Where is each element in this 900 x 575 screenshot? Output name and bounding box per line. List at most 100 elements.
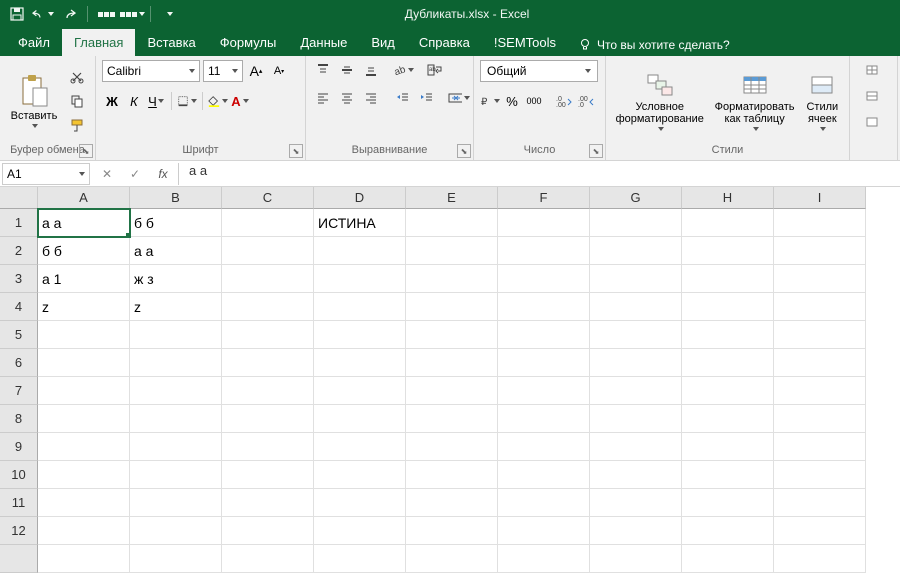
cut-icon[interactable] (66, 67, 88, 87)
cell[interactable] (774, 237, 866, 265)
conditional-formatting-button[interactable]: Условное форматирование (612, 69, 708, 133)
cell[interactable] (682, 545, 774, 573)
cell[interactable] (222, 405, 314, 433)
cell[interactable] (222, 209, 314, 237)
cell[interactable] (314, 517, 406, 545)
cell[interactable] (498, 293, 590, 321)
cell[interactable] (406, 265, 498, 293)
cell[interactable] (590, 377, 682, 405)
comma-format-button[interactable]: 000 (524, 90, 544, 112)
cell[interactable] (222, 517, 314, 545)
cell[interactable] (38, 433, 130, 461)
cell[interactable] (314, 489, 406, 517)
row-header[interactable]: 3 (0, 265, 38, 293)
tab-home[interactable]: Главная (62, 29, 135, 56)
cell[interactable] (682, 377, 774, 405)
increase-decimal-icon[interactable]: .0.00 (554, 90, 574, 112)
cell[interactable] (590, 321, 682, 349)
cell[interactable]: б б (130, 209, 222, 237)
row-header[interactable]: 10 (0, 461, 38, 489)
column-header[interactable]: B (130, 187, 222, 209)
cell[interactable] (38, 405, 130, 433)
save-icon[interactable] (6, 3, 28, 25)
tab-semtools[interactable]: !SEMTools (482, 29, 568, 56)
bold-button[interactable]: Ж (102, 90, 122, 112)
column-header[interactable]: I (774, 187, 866, 209)
cell[interactable] (498, 321, 590, 349)
column-header[interactable]: A (38, 187, 130, 209)
insert-cells-icon[interactable] (863, 60, 885, 80)
cell[interactable]: ИСТИНА (314, 209, 406, 237)
cell[interactable] (590, 209, 682, 237)
qat-custom-2-icon[interactable] (121, 3, 143, 25)
fill-color-icon[interactable] (208, 90, 228, 112)
cell[interactable] (498, 517, 590, 545)
delete-cells-icon[interactable] (863, 86, 885, 106)
cell[interactable] (682, 293, 774, 321)
cell[interactable] (130, 461, 222, 489)
cell[interactable] (406, 237, 498, 265)
cell[interactable] (406, 209, 498, 237)
cell[interactable] (590, 489, 682, 517)
cell[interactable] (314, 461, 406, 489)
decrease-decimal-icon[interactable]: .00.0 (576, 90, 596, 112)
cell[interactable] (774, 265, 866, 293)
cell[interactable] (774, 517, 866, 545)
row-header[interactable]: 9 (0, 433, 38, 461)
row-header[interactable]: 7 (0, 377, 38, 405)
cell[interactable] (498, 237, 590, 265)
cell[interactable] (406, 349, 498, 377)
cell[interactable] (222, 237, 314, 265)
qat-customize-icon[interactable] (158, 3, 180, 25)
number-format-select[interactable]: Общий (480, 60, 598, 82)
align-top-icon[interactable] (312, 60, 334, 80)
cell[interactable] (682, 349, 774, 377)
tab-formulas[interactable]: Формулы (208, 29, 289, 56)
cell[interactable] (682, 405, 774, 433)
cell[interactable] (682, 237, 774, 265)
row-header[interactable]: 5 (0, 321, 38, 349)
cell[interactable] (38, 461, 130, 489)
cell[interactable] (130, 377, 222, 405)
cell[interactable] (590, 461, 682, 489)
column-header[interactable]: D (314, 187, 406, 209)
copy-icon[interactable] (66, 91, 88, 111)
cell[interactable] (590, 545, 682, 573)
cell[interactable]: б б (38, 237, 130, 265)
cell[interactable] (38, 321, 130, 349)
cell[interactable] (774, 321, 866, 349)
tab-data[interactable]: Данные (288, 29, 359, 56)
font-name-select[interactable]: Calibri (102, 60, 200, 82)
cell[interactable] (130, 349, 222, 377)
format-cells-icon[interactable] (863, 112, 885, 132)
cell[interactable] (38, 517, 130, 545)
align-right-icon[interactable] (360, 88, 382, 108)
cell[interactable] (222, 545, 314, 573)
cell[interactable] (222, 265, 314, 293)
cell[interactable] (682, 321, 774, 349)
enter-icon[interactable]: ✓ (126, 165, 144, 183)
alignment-launcher-icon[interactable]: ⬊ (457, 144, 471, 158)
column-header[interactable]: H (682, 187, 774, 209)
font-color-icon[interactable]: A (230, 90, 250, 112)
cell[interactable] (38, 349, 130, 377)
tab-view[interactable]: Вид (359, 29, 407, 56)
cell[interactable] (314, 349, 406, 377)
column-header[interactable]: G (590, 187, 682, 209)
cell[interactable] (314, 265, 406, 293)
orientation-icon[interactable]: ab (392, 60, 414, 80)
cell[interactable] (774, 377, 866, 405)
font-launcher-icon[interactable]: ⬊ (289, 144, 303, 158)
cell[interactable] (38, 377, 130, 405)
wrap-text-icon[interactable]: ab (424, 60, 446, 80)
cell[interactable] (682, 265, 774, 293)
row-header[interactable]: 11 (0, 489, 38, 517)
cell[interactable] (38, 489, 130, 517)
cell[interactable] (682, 209, 774, 237)
cell[interactable] (774, 489, 866, 517)
cell[interactable] (682, 489, 774, 517)
tab-file[interactable]: Файл (6, 29, 62, 56)
cell[interactable] (774, 349, 866, 377)
cell[interactable] (498, 265, 590, 293)
cell-styles-button[interactable]: Стили ячеек (802, 69, 843, 133)
